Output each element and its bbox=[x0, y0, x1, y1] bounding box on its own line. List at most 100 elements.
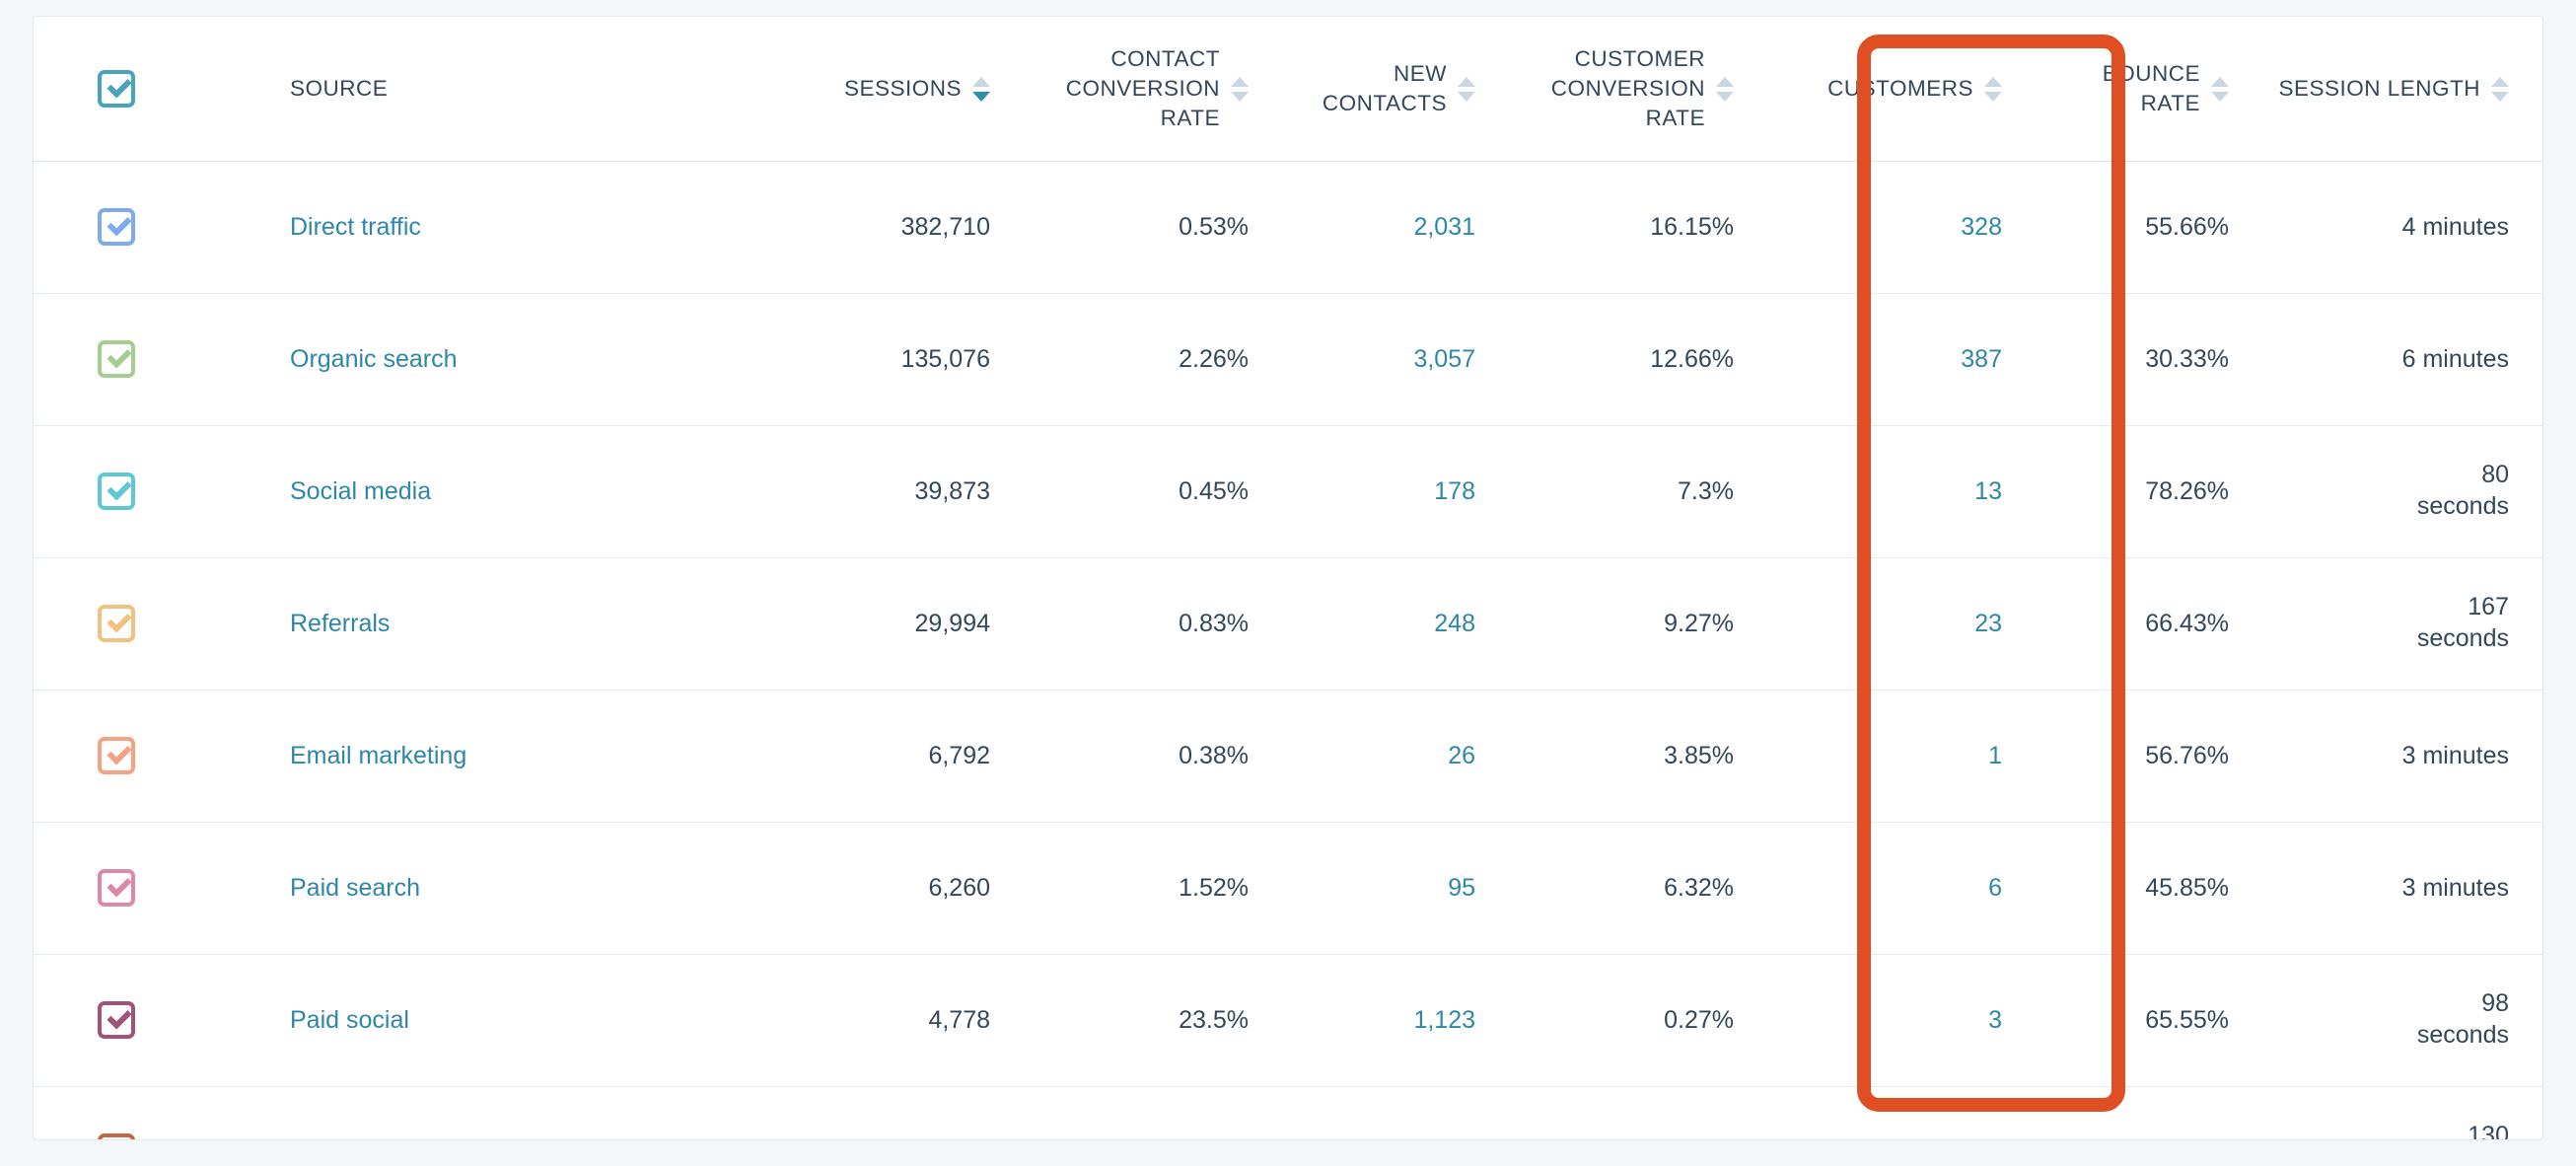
row-checkbox[interactable] bbox=[98, 1133, 135, 1139]
session-length-cell: 3 minutes bbox=[2264, 822, 2542, 955]
row-checkbox-wrap[interactable] bbox=[34, 605, 199, 642]
source-link[interactable]: Social media bbox=[290, 477, 431, 505]
table-body: Direct traffic 382,710 0.53% 2,031 16.15% 328… bbox=[34, 161, 2542, 1140]
sort-icon-customers[interactable] bbox=[1984, 75, 2002, 103]
customers-cell: - bbox=[1769, 1086, 2038, 1139]
customer-conversion-rate-cell: 6.32% bbox=[1511, 822, 1769, 955]
session-length-value: 130seconds bbox=[2468, 1122, 2509, 1140]
row-checkbox[interactable] bbox=[98, 208, 135, 246]
source-link[interactable]: Organic search bbox=[290, 345, 458, 373]
row-checkbox[interactable] bbox=[98, 340, 135, 378]
column-label-source: SOURCE bbox=[290, 75, 389, 101]
source-link[interactable]: Referrals bbox=[290, 610, 390, 637]
customers-cell: 387 bbox=[1769, 293, 2038, 426]
bounce-rate-cell: 78.26% bbox=[2038, 425, 2264, 558]
source-link[interactable]: Paid search bbox=[290, 874, 420, 902]
row-checkbox[interactable] bbox=[98, 737, 135, 774]
customers-cell-link[interactable]: 3 bbox=[1988, 1006, 2002, 1034]
column-header-new-contacts[interactable]: NEW CONTACTS bbox=[1284, 17, 1511, 162]
sort-icon-new-contacts[interactable] bbox=[1458, 75, 1475, 103]
source-cell: Paid social bbox=[199, 954, 769, 1087]
customers-cell-link[interactable]: 23 bbox=[1974, 610, 2002, 637]
sort-icon-session-length[interactable] bbox=[2491, 75, 2509, 103]
column-header-session-length[interactable]: SESSION LENGTH bbox=[2264, 17, 2542, 162]
row-select-cell bbox=[34, 690, 199, 823]
customer-conversion-rate-cell: - bbox=[1511, 1086, 1769, 1139]
bounce-rate-cell: 56.76% bbox=[2038, 690, 2264, 823]
row-select-cell bbox=[34, 1086, 199, 1139]
table-row: Referrals 29,994 0.83% 248 9.27% 23 66.43% 167 s… bbox=[34, 557, 2542, 691]
source-cell: Paid search bbox=[199, 822, 769, 955]
new-contacts-cell-link[interactable]: 248 bbox=[1434, 610, 1475, 637]
new-contacts-cell-link[interactable]: 5 bbox=[1462, 1138, 1475, 1140]
customers-cell-link[interactable]: 387 bbox=[1961, 345, 2002, 373]
row-checkbox-wrap[interactable] bbox=[34, 208, 199, 246]
new-contacts-cell: 95 bbox=[1284, 822, 1511, 955]
bounce-rate-cell: 66.43% bbox=[2038, 557, 2264, 691]
session-length-cell: 3 minutes bbox=[2264, 690, 2542, 823]
row-checkbox-wrap[interactable] bbox=[34, 1001, 199, 1039]
row-checkbox-wrap[interactable] bbox=[34, 473, 199, 510]
row-checkbox-wrap[interactable] bbox=[34, 737, 199, 774]
session-length-value: 80 seconds bbox=[2416, 461, 2509, 520]
select-all-checkbox-wrap[interactable] bbox=[34, 69, 199, 108]
session-length-cell: 80 seconds bbox=[2264, 425, 2542, 558]
session-length-cell: 167 seconds bbox=[2264, 557, 2542, 691]
column-header-customers[interactable]: CUSTOMERS bbox=[1769, 17, 2038, 162]
contact-conversion-rate-cell: 0.45% bbox=[1026, 425, 1284, 558]
source-link[interactable]: Direct traffic bbox=[290, 213, 421, 241]
customers-cell-link[interactable]: 6 bbox=[1988, 874, 2002, 902]
row-select-cell bbox=[34, 293, 199, 426]
new-contacts-cell-link[interactable]: 3,057 bbox=[1413, 345, 1475, 373]
sessions-cell: 135,076 bbox=[769, 293, 1026, 426]
sort-icon-bounce-rate[interactable] bbox=[2211, 75, 2229, 103]
source-link[interactable]: Paid social bbox=[290, 1006, 409, 1034]
sessions-cell: 4,778 bbox=[769, 954, 1026, 1087]
sort-icon-contact-conversion-rate[interactable] bbox=[1231, 75, 1249, 103]
column-header-contact-conversion-rate[interactable]: CONTACT CONVERSION RATE bbox=[1026, 17, 1284, 162]
table-row: Paid search 6,260 1.52% 95 6.32% 6 45.85% 3 min… bbox=[34, 822, 2542, 955]
column-header-bounce-rate[interactable]: BOUNCE RATE bbox=[2038, 17, 2264, 162]
bounce-rate-cell: 55.66% bbox=[2038, 161, 2264, 294]
source-cell: Email marketing bbox=[199, 690, 769, 823]
customers-cell-link[interactable]: 1 bbox=[1988, 742, 2002, 769]
column-label-bounce-rate: BOUNCE RATE bbox=[2102, 61, 2200, 115]
select-all-checkbox[interactable] bbox=[98, 69, 135, 108]
column-header-customer-conversion-rate[interactable]: CUSTOMER CONVERSION RATE bbox=[1511, 17, 1769, 162]
row-checkbox[interactable] bbox=[98, 473, 135, 510]
row-checkbox[interactable] bbox=[98, 605, 135, 642]
new-contacts-cell: 2,031 bbox=[1284, 161, 1511, 294]
contact-conversion-rate-cell: 0.53% bbox=[1026, 161, 1284, 294]
column-label-sessions: SESSIONS bbox=[843, 75, 962, 101]
row-checkbox[interactable] bbox=[98, 1001, 135, 1039]
new-contacts-cell-link[interactable]: 1,123 bbox=[1413, 1006, 1475, 1034]
new-contacts-cell-link[interactable]: 178 bbox=[1434, 477, 1475, 505]
header-row: SOURCE SESSIONS CONTACT CONVERSION RATE bbox=[34, 17, 2542, 162]
row-checkbox-wrap[interactable] bbox=[34, 340, 199, 378]
sessions-cell: 6,260 bbox=[769, 822, 1026, 955]
new-contacts-cell-link[interactable]: 2,031 bbox=[1413, 213, 1475, 241]
column-header-sessions[interactable]: SESSIONS bbox=[769, 17, 1026, 162]
new-contacts-cell-link[interactable]: 95 bbox=[1448, 874, 1475, 902]
column-label-new-contacts: NEW CONTACTS bbox=[1322, 61, 1447, 115]
row-checkbox-wrap[interactable] bbox=[34, 1133, 199, 1139]
source-link[interactable]: Email marketing bbox=[290, 742, 466, 769]
row-select-cell bbox=[34, 822, 199, 955]
column-label-contact-conversion-rate: CONTACT CONVERSION RATE bbox=[1065, 46, 1220, 130]
sort-icon-sessions[interactable] bbox=[972, 75, 990, 103]
contact-conversion-rate-cell: 0.39% bbox=[1026, 1086, 1284, 1139]
session-length-cell: 98 seconds bbox=[2264, 954, 2542, 1087]
customers-cell-link[interactable]: 328 bbox=[1961, 213, 2002, 241]
row-select-cell bbox=[34, 557, 199, 691]
traffic-sources-table-card: SOURCE SESSIONS CONTACT CONVERSION RATE bbox=[33, 16, 2543, 1140]
row-checkbox[interactable] bbox=[98, 869, 135, 907]
source-cell: Other campaigns bbox=[199, 1086, 769, 1140]
column-label-customers: CUSTOMERS bbox=[1827, 75, 1973, 101]
new-contacts-cell-link[interactable]: 26 bbox=[1448, 742, 1475, 769]
row-checkbox-wrap[interactable] bbox=[34, 869, 199, 907]
new-contacts-cell: 178 bbox=[1284, 425, 1511, 558]
source-link[interactable]: Other campaigns bbox=[290, 1138, 477, 1140]
column-header-source[interactable]: SOURCE bbox=[199, 17, 769, 162]
customers-cell-link[interactable]: 13 bbox=[1974, 477, 2002, 505]
sort-icon-customer-conversion-rate[interactable] bbox=[1716, 75, 1734, 103]
